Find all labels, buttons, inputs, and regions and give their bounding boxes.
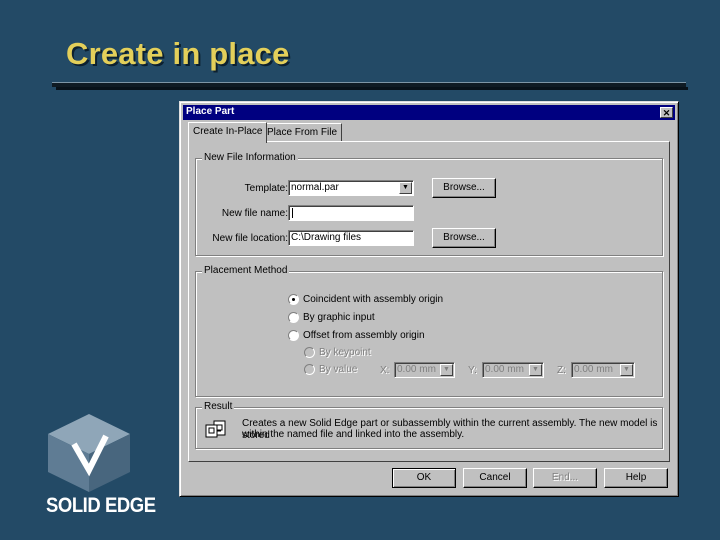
new-file-location-label: New file location: <box>212 233 288 244</box>
chevron-down-icon[interactable]: ▼ <box>529 364 542 376</box>
result-group: Result Creates a new Solid Edge part or … <box>195 401 663 449</box>
tab-panel: New File Information Template: normal.pa… <box>188 141 670 462</box>
slide-title: Create in place <box>66 36 290 71</box>
chevron-down-icon[interactable]: ▼ <box>440 364 453 376</box>
z-value-select[interactable]: 0.00 mm ▼ <box>571 362 635 378</box>
ok-button[interactable]: OK <box>392 468 456 488</box>
radio-label: By graphic input <box>303 312 375 323</box>
z-label: Z: <box>557 365 566 376</box>
radio-button[interactable] <box>304 364 315 375</box>
tab-place-from-file[interactable]: Place From File <box>262 123 343 142</box>
new-file-name-label: New file name: <box>221 208 288 219</box>
radio-label: Offset from assembly origin <box>303 330 425 341</box>
radio-button[interactable] <box>288 294 299 305</box>
tab-label: Create In-Place <box>193 126 263 137</box>
group-label: Result <box>202 401 235 412</box>
cancel-button[interactable]: Cancel <box>463 468 527 488</box>
title-divider-shadow <box>56 87 688 90</box>
placement-method-group: Placement Method Coincident with assembl… <box>195 265 663 397</box>
x-label: X: <box>380 365 390 376</box>
solid-edge-wordmark: SOLID EDGE <box>46 494 156 517</box>
help-button[interactable]: Help <box>604 468 668 488</box>
tab-label: Place From File <box>267 127 338 138</box>
browse-template-button[interactable]: Browse... <box>432 178 496 198</box>
new-file-information-group: New File Information Template: normal.pa… <box>195 152 663 256</box>
tab-create-in-place[interactable]: Create In-Place <box>188 122 268 143</box>
dialog-title: Place Part <box>186 106 235 117</box>
dialog-titlebar[interactable]: Place Part ✕ <box>183 105 675 120</box>
y-value: 0.00 mm <box>485 364 524 375</box>
solid-edge-logo-icon <box>48 414 130 492</box>
part-file-icon <box>205 420 226 438</box>
radio-button[interactable] <box>288 330 299 341</box>
new-file-location-value: C:\Drawing files <box>291 232 362 243</box>
place-part-dialog: Place Part ✕ Create In-Place Place From … <box>179 101 679 497</box>
new-file-name-input[interactable] <box>288 205 414 221</box>
radio-button[interactable] <box>288 312 299 323</box>
radio-label: By keypoint <box>319 347 371 358</box>
group-label: New File Information <box>202 152 298 163</box>
new-file-location-input[interactable]: C:\Drawing files <box>288 230 414 246</box>
z-value: 0.00 mm <box>574 364 613 375</box>
y-label: Y: <box>468 365 477 376</box>
template-label: Template: <box>244 183 288 194</box>
x-value: 0.00 mm <box>397 364 436 375</box>
radio-button[interactable] <box>304 347 315 358</box>
template-value: normal.par <box>291 182 339 193</box>
result-line-2: within the named file and linked into th… <box>242 429 465 440</box>
chevron-down-icon[interactable]: ▼ <box>620 364 633 376</box>
x-value-select[interactable]: 0.00 mm ▼ <box>394 362 455 378</box>
close-icon[interactable]: ✕ <box>660 107 673 118</box>
template-select[interactable]: normal.par ▼ <box>288 180 414 196</box>
y-value-select[interactable]: 0.00 mm ▼ <box>482 362 544 378</box>
browse-location-button[interactable]: Browse... <box>432 228 496 248</box>
end-button[interactable]: End... <box>533 468 597 488</box>
chevron-down-icon[interactable]: ▼ <box>399 182 412 194</box>
text-caret <box>292 208 293 218</box>
radio-label: Coincident with assembly origin <box>303 294 444 305</box>
group-label: Placement Method <box>202 265 290 276</box>
radio-label: By value <box>319 364 358 375</box>
